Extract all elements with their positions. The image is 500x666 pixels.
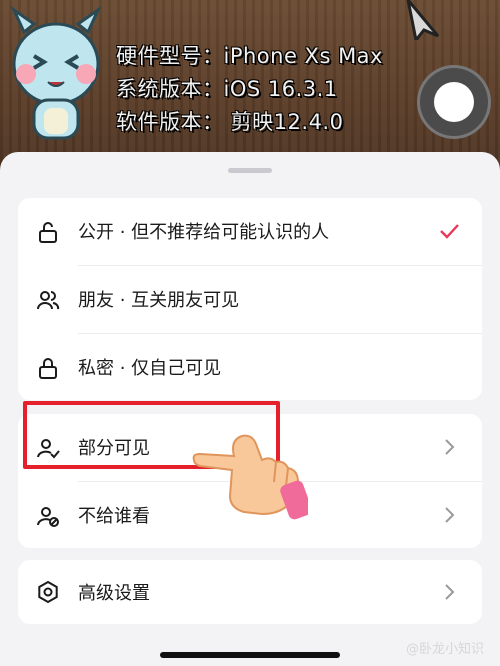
advanced-settings-card: 高级设置 — [18, 560, 482, 624]
home-indicator[interactable] — [160, 652, 340, 658]
option-friends[interactable]: 朋友 · 互关朋友可见 — [18, 266, 482, 332]
option-public[interactable]: 公开 · 但不推荐给可能认识的人 — [18, 198, 482, 264]
dragon-mascot-image — [10, 5, 102, 140]
advanced-settings-row[interactable]: 高级设置 — [18, 560, 482, 624]
chevron-right-icon — [445, 507, 455, 523]
device-model-text: 硬件型号：iPhone Xs Max — [116, 44, 383, 68]
sheet-drag-handle[interactable] — [228, 168, 272, 173]
chevron-right-icon — [445, 584, 455, 600]
option-private[interactable]: 私密 · 仅自己可见 — [18, 334, 482, 400]
cursor-arrow-icon — [406, 0, 440, 40]
option-private-label: 私密 · 仅自己可见 — [78, 358, 222, 379]
os-version-text: 系统版本：iOS 16.3.1 — [116, 77, 338, 101]
advanced-settings-label: 高级设置 — [78, 583, 150, 604]
option-hide-from-label: 不给谁看 — [78, 506, 150, 527]
assistive-touch-button[interactable] — [420, 68, 488, 136]
checkmark-icon — [440, 224, 459, 239]
unlock-icon — [39, 222, 57, 243]
pointing-hand-icon — [192, 434, 308, 520]
option-friends-label: 朋友 · 互关朋友可见 — [78, 290, 240, 311]
video-preview-banner: 硬件型号：iPhone Xs Max 系统版本：iOS 16.3.1 软件版本：… — [0, 0, 500, 170]
friends-icon — [37, 291, 60, 310]
user-block-icon — [37, 507, 59, 527]
watermark-text: @卧龙小知识 — [405, 642, 484, 657]
app-version-text: 软件版本： 剪映12.4.0 — [116, 110, 344, 134]
lock-icon — [39, 358, 57, 379]
chevron-right-icon — [445, 439, 455, 455]
gear-icon — [38, 580, 58, 604]
visibility-options-card: 公开 · 但不推荐给可能认识的人 朋友 · 互关朋友可见 私密 · 仅自己可见 — [18, 198, 482, 400]
option-public-label: 公开 · 但不推荐给可能认识的人 — [78, 222, 330, 243]
device-info-text: 硬件型号：iPhone Xs Max 系统版本：iOS 16.3.1 软件版本：… — [116, 40, 383, 139]
